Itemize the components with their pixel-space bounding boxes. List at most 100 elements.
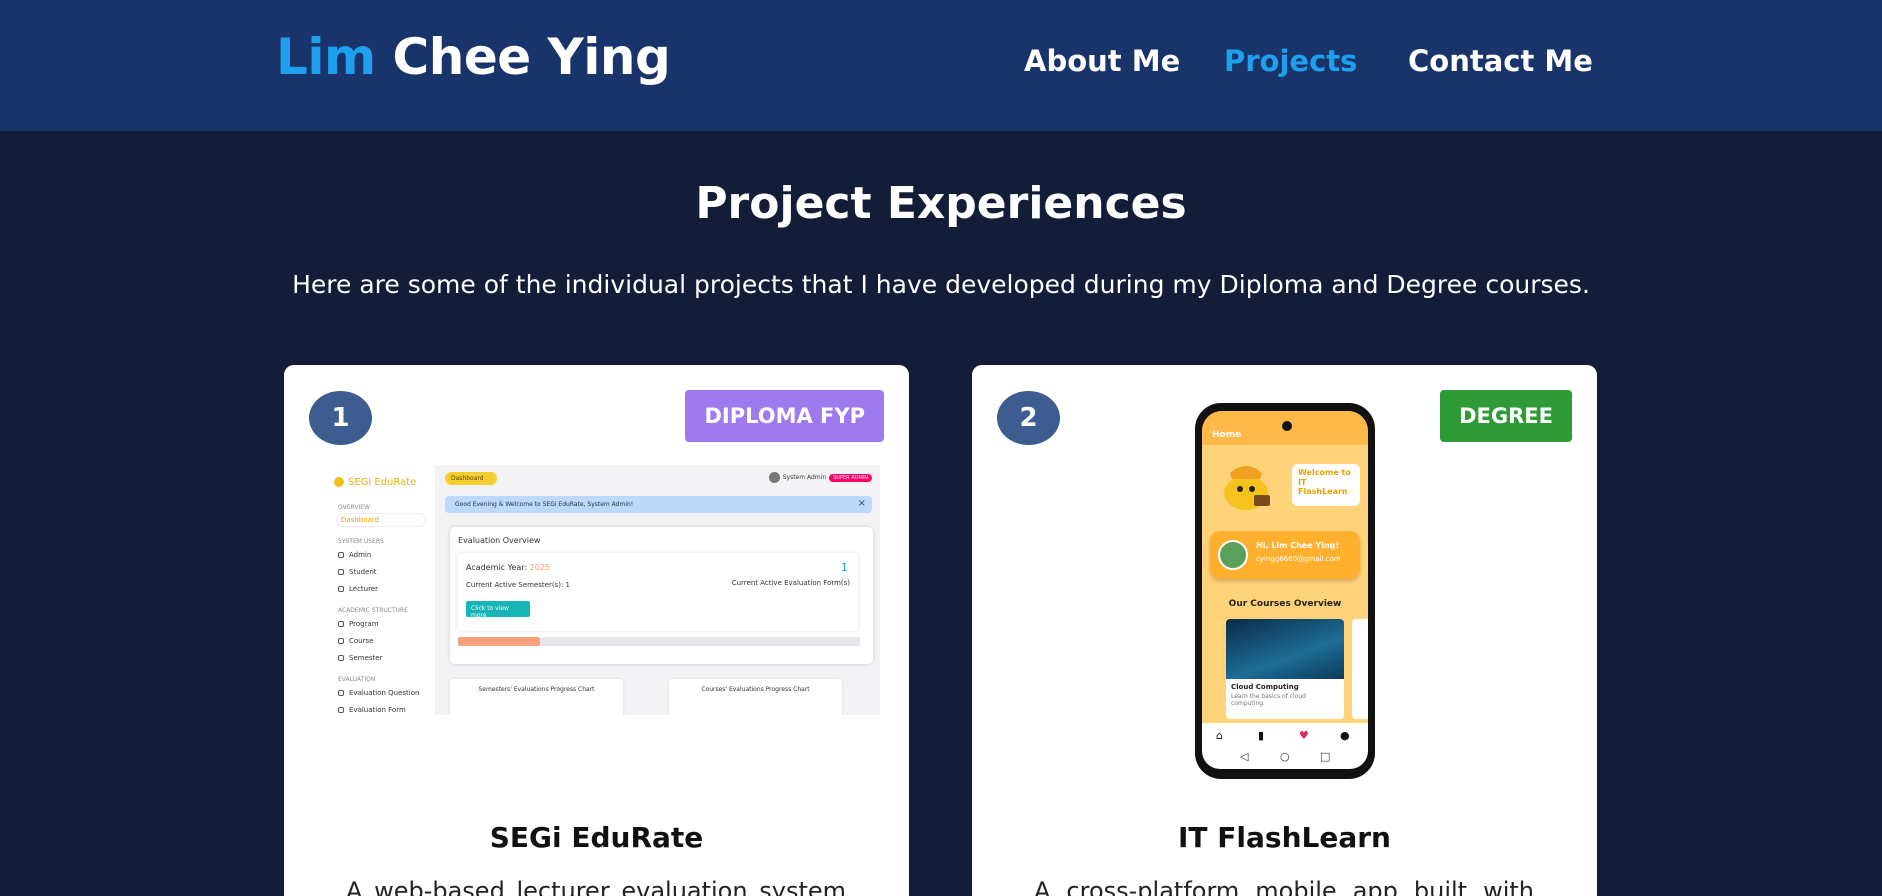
back-icon: ◁ [1240, 750, 1249, 763]
mock-panel-title: Evaluation Overview [458, 536, 541, 545]
question-icon [338, 690, 344, 696]
mock-academic-year-value: 2025 [529, 563, 550, 572]
project-tag-badge: DIPLOMA FYP [685, 390, 884, 442]
nav-projects-link[interactable]: Projects [1224, 44, 1357, 78]
mock-user-name: System Admin [782, 474, 827, 481]
phone-profile-card: Hi, Lim Chee Ying! cyingg6660@gmail.com [1210, 531, 1360, 579]
recents-icon: □ [1320, 750, 1331, 763]
project-tag-badge: DEGREE [1440, 390, 1572, 442]
nav-projects[interactable]: Projects [1224, 44, 1357, 78]
lecturer-icon [338, 586, 344, 592]
nav-contact-me-link[interactable]: Contact Me [1408, 44, 1593, 78]
mock-active-semesters: Current Active Semester(s): 1 [466, 581, 570, 589]
phone-system-nav: ◁ ○ □ [1202, 747, 1368, 769]
camera-icon [1282, 421, 1292, 431]
section-subtitle: Here are some of the individual projects… [292, 270, 1590, 299]
mock-sidebar-item-label: Student [349, 568, 377, 576]
project-title: IT FlashLearn [1178, 821, 1391, 854]
phone-screen-title: Home [1212, 430, 1242, 440]
project-title: SEGi EduRate [489, 821, 704, 854]
mock-sidebar-item-label: Lecturer [349, 585, 379, 593]
mock-progress-fill [458, 637, 540, 646]
gear-icon [338, 552, 344, 558]
project-description: A web-based lecturer evaluation system [346, 877, 846, 896]
mock-academic-year: Academic Year: 2025 [466, 563, 550, 572]
mock-chart-card: Courses' Evaluations Progress Chart [669, 679, 842, 715]
mock-count: 1 [841, 561, 848, 574]
mock-sidebar-item: Dashboard [336, 513, 426, 527]
mock-sidebar-item: Evaluation Form [338, 706, 406, 714]
mock-overview-inner: Academic Year: 2025 1 Current Active Sem… [458, 553, 858, 631]
section-title: Project Experiences [695, 178, 1187, 229]
mock-active-forms: Current Active Evaluation Form(s) [731, 579, 850, 587]
phone-course-card: Cloud Computing Learn the basics of clou… [1226, 619, 1344, 719]
heart-icon: ♥ [1299, 729, 1309, 742]
project-card-flashlearn[interactable]: 2 DEGREE Home Welcome to IT FlashLearn H… [972, 365, 1597, 896]
mock-view-more-button: Click to view more [466, 601, 530, 619]
mock-logo: SEGi EduRate [334, 477, 416, 488]
mock-sidebar-item-label: Admin [349, 551, 372, 559]
brand-first-name: Lim [276, 28, 376, 86]
avatar [1218, 540, 1248, 570]
mock-logo-text: SEGi EduRate [348, 477, 417, 488]
phone-email: cyingg6660@gmail.com [1256, 555, 1341, 563]
cloud-computing-image [1226, 619, 1344, 679]
mock-sidebar-item: Student [338, 568, 377, 576]
mock-sidebar-item-label: Semester [349, 654, 383, 662]
phone-welcome-bubble: Welcome to IT FlashLearn [1292, 464, 1360, 506]
mock-sidebar-item: Program [338, 620, 379, 628]
mock-sidebar-item-label: Evaluation Question [349, 689, 420, 697]
mock-sidebar: SEGi EduRate OVERVIEW Dashboard SYSTEM U… [320, 465, 438, 715]
course-icon [338, 638, 344, 644]
phone-course-title: Cloud Computing [1231, 683, 1299, 691]
mock-overview-panel: Evaluation Overview Academic Year: 2025 … [450, 527, 873, 664]
mock-group-label: EVALUATION [338, 676, 376, 683]
site-header: Lim Chee Ying About Me Projects Contact … [0, 0, 1882, 131]
mock-breadcrumb: Dashboard [445, 472, 497, 485]
nav-contact-me[interactable]: Contact Me [1408, 44, 1593, 78]
brand-last-name: Chee Ying [392, 28, 671, 86]
mock-sidebar-item: Lecturer [338, 585, 378, 593]
bulb-icon [334, 477, 344, 487]
mock-role-badge: SUPER ADMIN [829, 474, 872, 482]
mock-sidebar-item-label: Evaluation Form [349, 706, 406, 714]
mock-main: Dashboard System Admin SUPER ADMIN Good E… [435, 465, 880, 715]
calendar-icon [338, 655, 344, 661]
nav-about-me-link[interactable]: About Me [1024, 44, 1180, 78]
phone-courses-heading: Our Courses Overview [1228, 599, 1342, 609]
mascot-icon [1224, 466, 1270, 510]
mock-academic-year-label: Academic Year: [466, 563, 528, 572]
form-icon [338, 707, 344, 713]
project-number-badge: 2 [997, 391, 1060, 445]
mock-group-label: OVERVIEW [338, 504, 370, 511]
mock-user: System Admin SUPER ADMIN [768, 472, 872, 483]
mock-sidebar-item-label: Course [349, 637, 374, 645]
project-screenshot-flashlearn: Home Welcome to IT FlashLearn Hi, Lim Ch… [1195, 403, 1375, 779]
project-screenshot-edurate: SEGi EduRate OVERVIEW Dashboard SYSTEM U… [320, 465, 880, 715]
student-icon [338, 569, 344, 575]
site-brand[interactable]: Lim Chee Ying [276, 28, 671, 86]
phone-course-card-next [1352, 619, 1368, 719]
mock-progress-track [540, 637, 860, 646]
project-card-edurate[interactable]: 1 DIPLOMA FYP SEGi EduRate OVERVIEW Dash… [284, 365, 909, 896]
close-icon: × [857, 498, 866, 509]
mock-sidebar-item-label: Program [349, 620, 379, 628]
mock-sidebar-item: Semester [338, 654, 382, 662]
avatar-icon [768, 472, 780, 483]
nav-about-me[interactable]: About Me [1024, 44, 1180, 78]
home-icon: ⌂ [1216, 729, 1223, 742]
program-icon [338, 621, 344, 627]
mock-chart-card: Semesters' Evaluations Progress Chart [450, 679, 623, 715]
mock-welcome-banner: Good Evening & Welcome to SEGi EduRate, … [445, 496, 872, 513]
project-description: A cross-platform mobile app built with [1034, 877, 1534, 896]
phone-course-desc: Learn the basics of cloud computing. [1231, 693, 1306, 707]
mock-banner-text: Good Evening & Welcome to SEGi EduRate, … [455, 501, 634, 508]
phone-greeting: Hi, Lim Chee Ying! [1256, 541, 1340, 550]
home-circle-icon: ○ [1280, 750, 1290, 763]
mock-sidebar-item: Admin [338, 551, 371, 559]
mock-sidebar-item: Evaluation Question [338, 689, 419, 697]
mock-group-label: SYSTEM USERS [338, 538, 384, 545]
profile-icon: ● [1340, 729, 1350, 742]
mock-group-label: ACADEMIC STRUCTURE [338, 607, 408, 614]
phone-screen: Home Welcome to IT FlashLearn Hi, Lim Ch… [1202, 411, 1368, 747]
